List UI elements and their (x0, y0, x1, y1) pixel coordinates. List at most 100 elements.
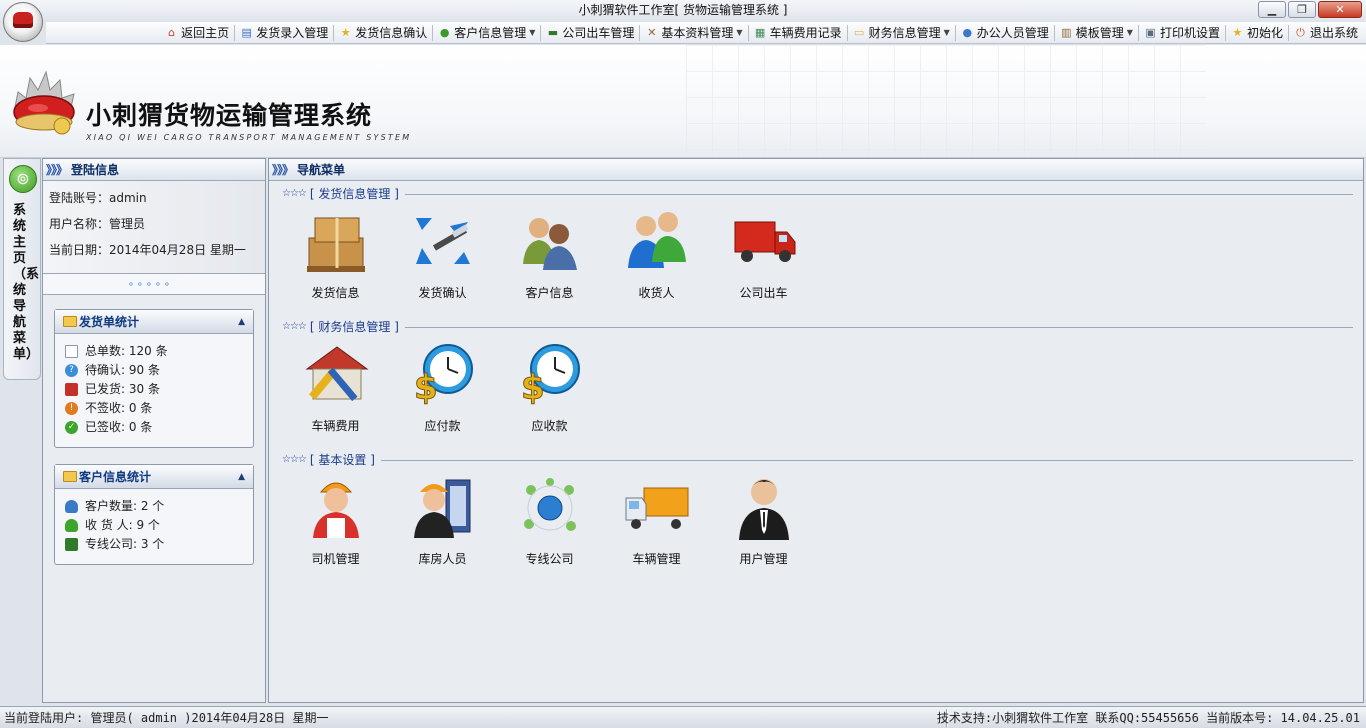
hedgehog-shell-logo-icon (13, 70, 75, 135)
toolbar-button-8[interactable]: ▭ 财务信息管理 ▼ (849, 23, 954, 43)
calendar-icon: ▦ (754, 26, 766, 39)
toolbar-separator (747, 24, 749, 41)
stat-text: 专线公司: 3 个 (85, 537, 165, 551)
nav-tile[interactable]: 公司出车 (710, 208, 817, 301)
user-icon (65, 500, 78, 513)
collapse-caret-icon[interactable]: ▲ (238, 465, 245, 489)
toolbar-button-label: 返回主页 (181, 26, 230, 40)
chevron-down-icon: ▼ (1126, 28, 1133, 37)
nav-tile-label: 发货确认 (418, 286, 467, 300)
toolbar-separator (639, 24, 641, 41)
left-panel: 》》》 登陆信息 登陆账号：admin 用户名称：管理员 当前日期：2014年04… (42, 158, 266, 703)
nav-tile[interactable]: 发货确认 (389, 208, 496, 301)
toolbar-button-3[interactable]: ★ 发货信息确认 (335, 23, 431, 43)
nav-section-divider (380, 459, 1353, 461)
side-tab-home[interactable]: 系统主页（系统导航菜单） (3, 158, 41, 380)
printer-icon: ▣ (1145, 26, 1156, 39)
nav-tile[interactable]: $ 应收款 (496, 341, 603, 434)
nav-tile[interactable]: 客户信息 (496, 208, 603, 301)
exit-icon: ⏻ (1296, 26, 1305, 39)
toolbar-separator (333, 24, 335, 41)
toolbar-separator (1137, 24, 1139, 41)
stat-text: 已发货: 30 条 (85, 382, 160, 396)
toolbar-button-6[interactable]: ✕ 基本资料管理 ▼ (641, 23, 746, 43)
toolbar-separator (954, 24, 956, 41)
customer-stats-list: 客户数量: 2 个收 货 人: 9 个专线公司: 3 个 (55, 489, 253, 554)
nav-tile[interactable]: 库房人员 (389, 474, 496, 567)
app-logo-icon[interactable] (3, 2, 43, 42)
red-truck-icon (734, 221, 795, 262)
businessman-icon (738, 479, 789, 540)
toolbar-button-label: 模板管理 (1075, 26, 1124, 40)
toolbar-button-9[interactable]: ● 办公人员管理 (957, 23, 1053, 43)
status-right: 技术支持:小刺猬软件工作室 联系QQ:55455656 当前版本号: 14.04… (936, 711, 1360, 725)
toolbar-button-label: 公司出车管理 (562, 26, 635, 40)
shipment-stats-header[interactable]: 发货单统计 ▲ (55, 310, 253, 334)
toolbar-button-label: 办公人员管理 (976, 26, 1049, 40)
toolbar-button-12[interactable]: ★ 初始化 (1227, 23, 1287, 43)
toolbar-button-label: 发货录入管理 (256, 26, 329, 40)
user-icon (65, 519, 78, 532)
collapse-dots[interactable]: 。。。。。 (43, 273, 265, 295)
truck-icon (65, 538, 78, 551)
form-icon: ▤ (241, 26, 252, 39)
toolbar-button-4[interactable]: ● 客户信息管理 ▼ (434, 23, 539, 43)
toolbar-button-2[interactable]: ▤ 发货录入管理 (236, 23, 332, 43)
minimize-button[interactable]: ▁ (1258, 1, 1286, 18)
question-icon: ? (65, 364, 78, 377)
nav-menu-header: 》》》 导航菜单 (269, 159, 1363, 181)
nav-section-title: ☆☆☆[ 财务信息管理 ] (282, 319, 1353, 335)
toolbar-separator (1224, 24, 1226, 41)
toolbar-separator (234, 24, 236, 41)
document-icon (65, 345, 78, 358)
nav-tile-label: 车辆管理 (632, 552, 681, 566)
nav-menu-title: 导航菜单 (297, 163, 346, 177)
nav-tile[interactable]: 用户管理 (710, 474, 817, 567)
shipment-stats-box: 发货单统计 ▲ 总单数: 120 条? 待确认: 90 条已发货: 30 条! 不签收… (54, 309, 254, 448)
nav-tile[interactable]: 车辆费用 (282, 341, 389, 434)
toolbar-button-label: 发货信息确认 (355, 26, 428, 40)
nav-tile[interactable]: $ 应付款 (389, 341, 496, 434)
stat-text: 收 货 人: 9 个 (85, 518, 160, 532)
customer-stats-header[interactable]: 客户信息统计 ▲ (55, 465, 253, 489)
nav-tile[interactable]: 收货人 (603, 208, 710, 301)
toolbar-button-label: 财务信息管理 (868, 26, 941, 40)
nav-tile[interactable]: 专线公司 (496, 474, 603, 567)
login-username: 用户名称：管理员 (49, 217, 146, 231)
nav-tile-label: 应付款 (424, 419, 461, 433)
nav-section-divider (404, 193, 1353, 195)
nav-tile-label: 专线公司 (525, 552, 574, 566)
nav-tiles: 车辆费用 $ 应付款 $ 应收款 (282, 341, 1353, 434)
nav-tile[interactable]: 发货信息 (282, 208, 389, 301)
chevron-down-icon: ▼ (529, 28, 536, 37)
toolbar-button-label: 车辆费用记录 (769, 26, 842, 40)
stat-row: 总单数: 120 条 (55, 342, 253, 361)
truck-icon (65, 383, 78, 396)
folder-icon: ▭ (853, 26, 865, 39)
stat-text: 不签收: 0 条 (85, 401, 153, 415)
nav-tiles: 发货信息 发货确认 客户信息 收货人 公司出车 (282, 208, 1353, 301)
svg-text:$: $ (521, 368, 545, 407)
toolbar-button-7[interactable]: ▦ 车辆费用记录 (750, 23, 846, 43)
nav-section-label: [ 基本设置 ] (309, 453, 375, 467)
toolbar-button-10[interactable]: ▥ 模板管理 ▼ (1056, 23, 1137, 43)
toolbar-button-11[interactable]: ▣ 打印机设置 (1140, 23, 1224, 43)
toolbar-button-13[interactable]: ⏻ 退出系统 (1290, 23, 1362, 43)
window-controls: ▁ ❐ ✕ (1258, 1, 1362, 18)
nav-tile[interactable]: 司机管理 (282, 474, 389, 567)
nav-tile[interactable]: 车辆管理 (603, 474, 710, 567)
login-info: 登陆账号：admin 用户名称：管理员 当前日期：2014年04月28日 星期一 (43, 181, 265, 273)
network-icon (523, 478, 576, 531)
stat-row: ? 待确认: 90 条 (55, 361, 253, 380)
shipment-stats-list: 总单数: 120 条? 待确认: 90 条已发货: 30 条! 不签收: 0 条 ✓ 已… (55, 334, 253, 437)
collapse-caret-icon[interactable]: ▲ (238, 310, 245, 334)
template-icon: ▥ (1061, 26, 1072, 39)
clock-dollar-icon: $ (413, 344, 473, 409)
close-button[interactable]: ✕ (1318, 1, 1362, 18)
toolbar-button-5[interactable]: ▬ 公司出车管理 (542, 23, 638, 43)
yellow-truck-icon (625, 487, 688, 529)
nav-section-divider (404, 326, 1353, 328)
toolbar-button-1[interactable]: ⌂ 返回主页 (161, 23, 233, 43)
star-icon: ★ (340, 26, 351, 39)
restore-button[interactable]: ❐ (1288, 1, 1316, 18)
